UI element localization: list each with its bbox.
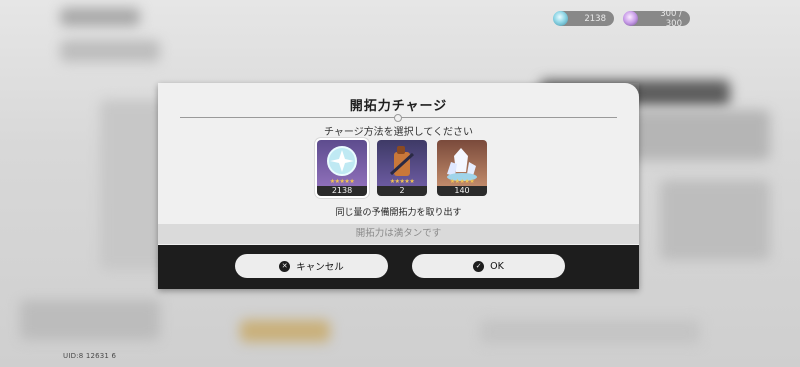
ok-button[interactable]: ✓ OK	[412, 254, 565, 278]
charge-item-stellar-jade[interactable]: ★★★★★ 2138	[315, 138, 369, 198]
cancel-button[interactable]: ✕ キャンセル	[235, 254, 388, 278]
ok-button-label: OK	[490, 260, 504, 272]
charge-method-list: ★★★★★ 2138 ★★★★★ 2 ★★★★★ 140	[315, 138, 487, 198]
trailblaze-power-value: 300 / 300	[660, 8, 682, 29]
dialog-panel: 開拓力チャージ チャージ方法を選択してください ★★★★★ 2138 ★★★★★	[158, 83, 639, 245]
charge-description: 同じ量の予備開拓力を取り出す	[335, 208, 462, 218]
rarity-stars: ★★★★★	[389, 178, 415, 185]
stellar-jade-icon	[553, 11, 568, 26]
cancel-button-label: キャンセル	[296, 262, 344, 273]
item-count: 2	[377, 186, 427, 196]
close-icon: ✕	[279, 260, 291, 272]
stellar-jade-counter[interactable]: 2138	[553, 11, 614, 26]
item-count: 140	[437, 186, 487, 196]
dialog-subtitle: チャージ方法を選択してください	[323, 127, 474, 138]
item-count: 2138	[317, 186, 367, 196]
charge-item-fuel[interactable]: ★★★★★ 2	[377, 140, 427, 196]
status-message: 開拓力は満タンです	[158, 224, 639, 244]
stellar-jade-value: 2138	[584, 13, 606, 24]
trailblaze-power-counter[interactable]: 300 / 300	[623, 8, 690, 29]
trailblaze-power-icon	[623, 11, 638, 26]
rarity-stars: ★★★★★	[449, 178, 475, 185]
divider-ornament	[394, 114, 402, 122]
charge-item-reserved-power[interactable]: ★★★★★ 140	[437, 140, 487, 196]
check-icon: ✓	[473, 260, 485, 272]
dialog-title: 開拓力チャージ	[349, 99, 448, 114]
rarity-stars: ★★★★★	[329, 178, 355, 185]
charge-dialog: 開拓力チャージ チャージ方法を選択してください ★★★★★ 2138 ★★★★★	[158, 83, 639, 289]
uid-label: UID:8 12631 6	[63, 352, 117, 360]
dialog-footer: ✕ キャンセル ✓ OK	[158, 245, 639, 289]
